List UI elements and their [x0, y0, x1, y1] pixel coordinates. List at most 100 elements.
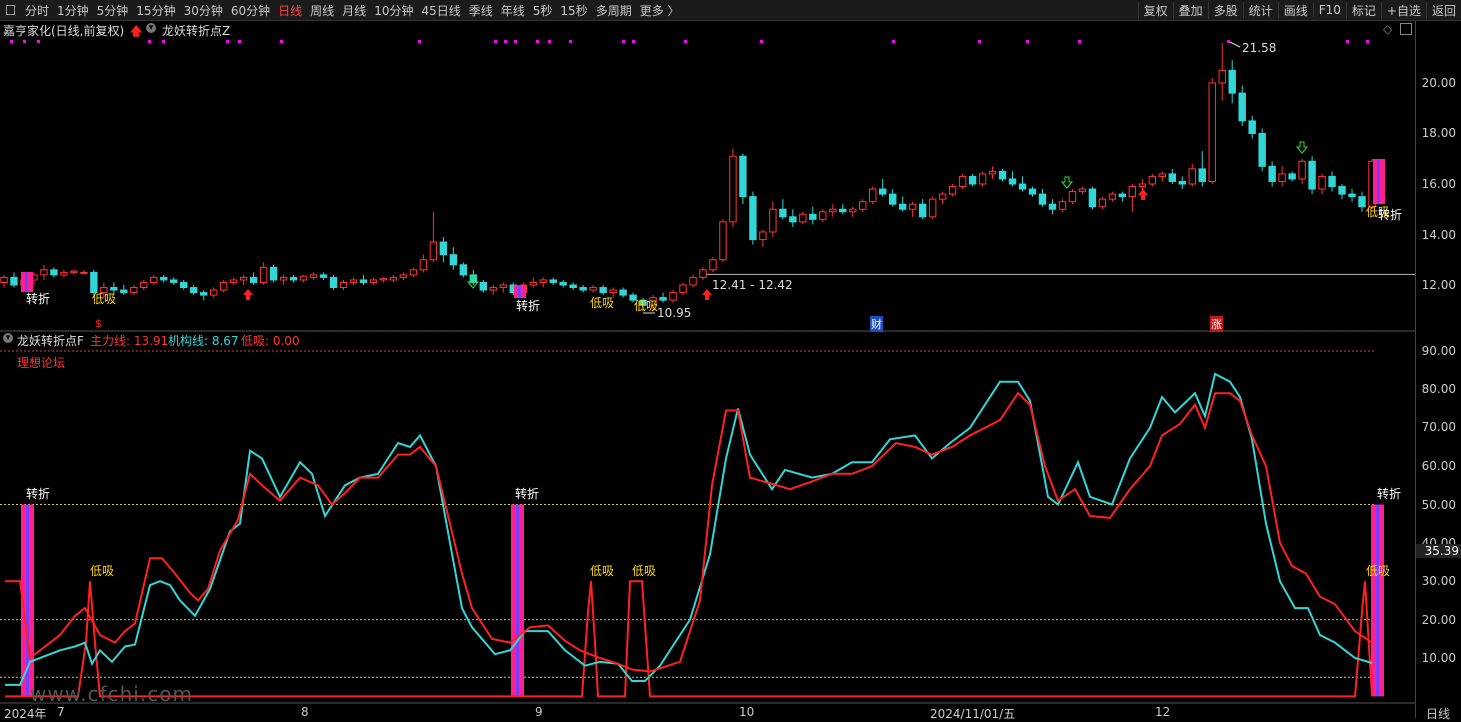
candle-body: [1108, 193, 1117, 200]
dropdown-icon-sub[interactable]: ▾: [3, 333, 13, 343]
candle-body: [1088, 188, 1097, 208]
toolbar-button-4[interactable]: 画线: [1277, 1, 1313, 19]
candle-body: [190, 287, 198, 294]
candle-body: [1148, 175, 1157, 185]
toolbar-button-1[interactable]: 叠加: [1172, 1, 1208, 19]
candle-body: [1268, 165, 1276, 182]
candle-body: [659, 297, 667, 301]
range-label: 12.41 - 12.42: [712, 278, 793, 292]
signal-dot: [632, 40, 635, 43]
period-tab-5[interactable]: 60分钟: [227, 2, 274, 19]
candle-body: [809, 213, 817, 220]
period-tab-2[interactable]: 5分钟: [93, 2, 133, 19]
buy-arrow-icon: [702, 289, 712, 300]
candle-body: [669, 292, 677, 301]
indicator-name-sub[interactable]: 龙妖转折点F: [17, 332, 84, 349]
candle-body: [1338, 186, 1346, 195]
turn-bar-main-inner: [1377, 159, 1380, 204]
candle-body: [439, 241, 448, 256]
candle-body: [80, 271, 88, 274]
event-cai-badge[interactable]: 财: [870, 316, 883, 332]
window-icon[interactable]: [6, 5, 15, 15]
candle-body: [699, 269, 707, 278]
candle-body: [40, 269, 48, 276]
signal-dot: [978, 40, 981, 43]
period-tab-11[interactable]: 季线: [465, 2, 497, 19]
period-tab-8[interactable]: 月线: [338, 2, 370, 19]
turn-label-main-1: 转折: [26, 292, 51, 306]
sell-arrow-icon: [1295, 141, 1309, 154]
diamond-icon[interactable]: ◇: [1383, 22, 1392, 36]
toolbar-button-7[interactable]: +自选: [1380, 1, 1426, 19]
toolbar-button-2[interactable]: 多股: [1207, 1, 1243, 19]
candle-body: [299, 275, 308, 281]
toolbar-button-6[interactable]: 标记: [1345, 1, 1381, 19]
candle-body: [839, 208, 847, 213]
period-tab-0[interactable]: 分时: [21, 2, 53, 19]
candle-body: [988, 170, 997, 175]
signal-dot: [162, 40, 165, 43]
time-tick: 2024/11/01/五: [930, 707, 1016, 721]
indicator-name-main[interactable]: 龙妖转折点Z: [162, 22, 230, 39]
period-tabs: 分时 1分钟 5分钟 15分钟 30分钟 60分钟 日线 周线 月线 10分钟 45日线 季线 年线 5秒…: [21, 2, 684, 19]
price-tick: 20.00: [1421, 76, 1456, 90]
candle-body: [1158, 173, 1167, 177]
turn-bar-main-inner: [25, 272, 28, 292]
restore-window-icon[interactable]: [1400, 23, 1412, 35]
candle-body: [499, 284, 507, 289]
signal-dot: [238, 40, 241, 43]
candle-body: [829, 208, 837, 213]
candle-body: [1128, 186, 1137, 198]
candle-body: [619, 289, 627, 296]
candle-body: [349, 279, 358, 283]
candle-body: [1218, 69, 1226, 84]
event-zhang-badge[interactable]: 涨: [1210, 316, 1223, 332]
period-tab-14[interactable]: 15秒: [556, 2, 591, 19]
period-tab-3[interactable]: 15分钟: [132, 2, 179, 19]
candle-body: [819, 211, 827, 220]
candle-body: [1308, 160, 1316, 190]
chart-canvas[interactable]: [0, 21, 1415, 718]
toolbar-button-8[interactable]: 返回: [1425, 1, 1461, 19]
sell-arrow-icon: [1060, 176, 1074, 189]
indicator-tick: 90.00: [1421, 344, 1456, 358]
period-tab-16[interactable]: 更多 〉: [636, 2, 684, 19]
signal-dot: [23, 40, 26, 43]
forum-label: 理想论坛: [17, 356, 66, 370]
indicator-tick: 60.00: [1421, 459, 1456, 473]
candle-body: [1048, 203, 1057, 210]
period-tab-1[interactable]: 1分钟: [53, 2, 93, 19]
event-s-badge[interactable]: $: [95, 317, 102, 330]
candle-body: [209, 289, 218, 296]
toolbar-button-3[interactable]: 统计: [1242, 1, 1278, 19]
period-tab-4[interactable]: 30分钟: [180, 2, 227, 19]
period-tab-7[interactable]: 周线: [306, 2, 338, 19]
signal-dot: [148, 40, 151, 43]
period-tab-15[interactable]: 多周期: [592, 2, 636, 19]
dropdown-icon[interactable]: ▾: [146, 23, 156, 33]
period-tab-12[interactable]: 年线: [497, 2, 529, 19]
up-arrow-icon: 🡅: [130, 24, 143, 38]
dip-label-sub-4: 低吸: [1366, 564, 1391, 578]
candle-body: [130, 287, 138, 294]
signal-dot: [1366, 40, 1369, 43]
time-tick: 7: [57, 705, 65, 719]
period-tab-9[interactable]: 10分钟: [370, 2, 417, 19]
candle-body: [1078, 188, 1087, 193]
toolbar-button-0[interactable]: 复权: [1137, 1, 1173, 19]
period-tab-10[interactable]: 45日线: [417, 2, 464, 19]
signal-dot: [226, 40, 229, 43]
price-tick: 12.00: [1421, 278, 1456, 292]
period-tab-6[interactable]: 日线: [274, 2, 306, 19]
signal-dot: [684, 40, 687, 43]
toolbar-button-5[interactable]: F10: [1312, 3, 1346, 17]
candle-body: [719, 221, 727, 261]
candle-body: [1348, 193, 1356, 198]
indicator-tick: 70.00: [1421, 420, 1456, 434]
indicator-tick: 10.00: [1421, 651, 1456, 665]
signal-dot: [760, 40, 763, 43]
candle-body: [879, 188, 887, 195]
candle-body: [359, 279, 368, 283]
period-tab-13[interactable]: 5秒: [529, 2, 557, 19]
buy-arrow-icon: [243, 289, 253, 300]
